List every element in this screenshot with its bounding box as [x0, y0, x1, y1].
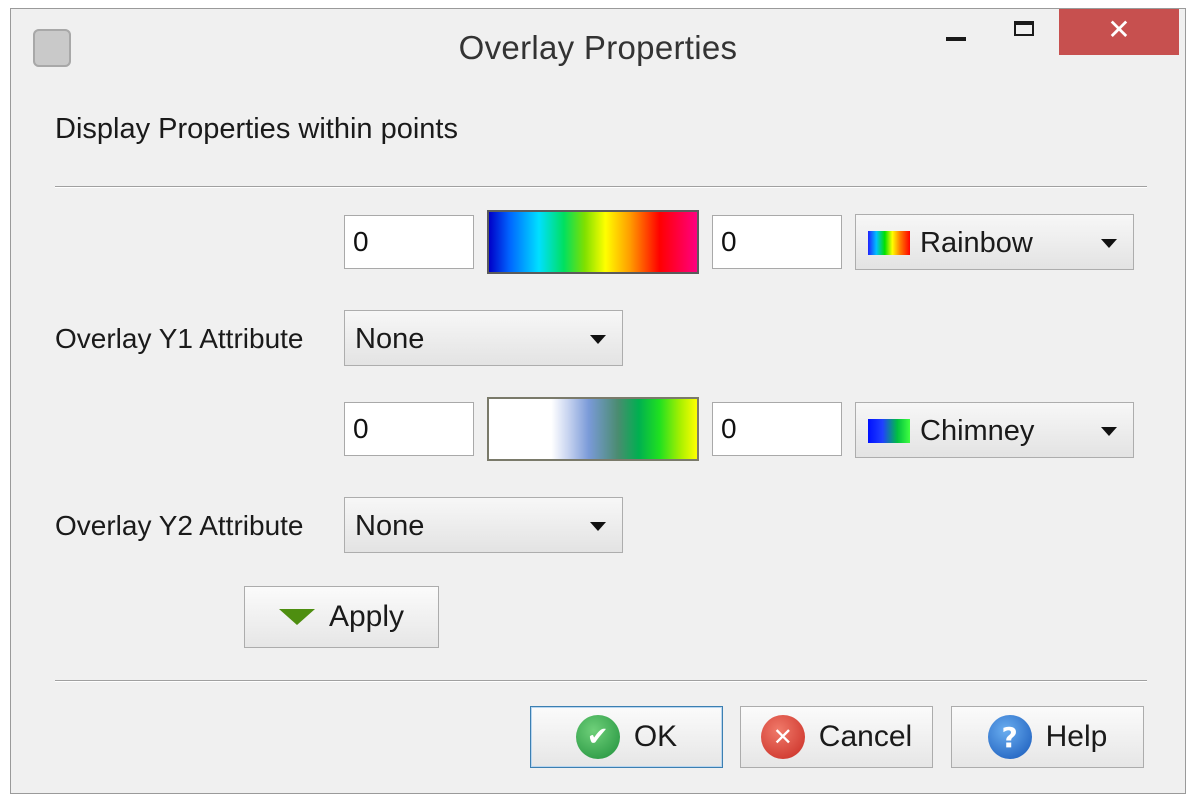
check-icon: ✔	[575, 715, 620, 759]
cancel-button-label: Cancel	[818, 720, 913, 753]
y1-colortable-dropdown[interactable]: Rainbow	[855, 214, 1134, 270]
close-icon: ✕	[1107, 12, 1131, 46]
ok-button[interactable]: ✔ OK	[530, 706, 723, 768]
chevron-down-icon	[1101, 427, 1117, 436]
close-button[interactable]: ✕	[1059, 9, 1179, 55]
y2-colortable-label: Chimney	[920, 415, 1035, 447]
bottom-separator	[55, 680, 1147, 682]
cancel-button[interactable]: ✕ Cancel	[740, 706, 933, 768]
y2-colortable-dropdown[interactable]: Chimney	[855, 402, 1134, 458]
y1-colortable-label: Rainbow	[920, 227, 1033, 259]
minimize-button[interactable]	[922, 9, 990, 55]
overlay-y2-attribute-dropdown[interactable]: None	[344, 497, 623, 553]
maximize-button[interactable]	[990, 9, 1058, 55]
section-heading: Display Properties within points	[55, 113, 458, 145]
maximize-icon	[1014, 20, 1034, 36]
overlay-y2-attribute-label: Overlay Y2 Attribute	[55, 510, 304, 541]
top-separator	[55, 186, 1147, 188]
rainbow-swatch-icon	[868, 231, 910, 255]
overlay-y2-attribute-value: None	[355, 510, 425, 542]
overlay-y1-attribute-value: None	[355, 323, 425, 355]
y2-colorbar[interactable]	[487, 397, 699, 461]
overlay-y1-attribute-label: Overlay Y1 Attribute	[55, 323, 304, 354]
ok-button-label: OK	[633, 720, 678, 753]
overlay-properties-dialog: Overlay Properties ✕ Display Properties …	[10, 8, 1186, 794]
minimize-icon	[946, 37, 966, 41]
y1-max-value-field[interactable]: 0	[712, 215, 842, 269]
title-bar[interactable]: Overlay Properties ✕	[11, 9, 1185, 87]
chimney-swatch-icon	[868, 419, 910, 443]
apply-arrow-icon	[278, 609, 315, 625]
help-icon: ?	[987, 715, 1032, 759]
apply-button-label: Apply	[328, 600, 405, 633]
dialog-content: Display Properties within points 0 0 Rai…	[11, 87, 1185, 795]
y2-max-value-field[interactable]: 0	[712, 402, 842, 456]
y1-colorbar[interactable]	[487, 210, 699, 274]
y1-min-value-field[interactable]: 0	[344, 215, 474, 269]
chevron-down-icon	[590, 335, 606, 344]
overlay-y1-attribute-dropdown[interactable]: None	[344, 310, 623, 366]
help-button-label: Help	[1045, 720, 1108, 753]
help-button[interactable]: ? Help	[951, 706, 1144, 768]
y2-min-value-field[interactable]: 0	[344, 402, 474, 456]
chevron-down-icon	[590, 522, 606, 531]
chevron-down-icon	[1101, 239, 1117, 248]
apply-button[interactable]: Apply	[244, 586, 439, 648]
cancel-icon: ✕	[760, 715, 805, 759]
